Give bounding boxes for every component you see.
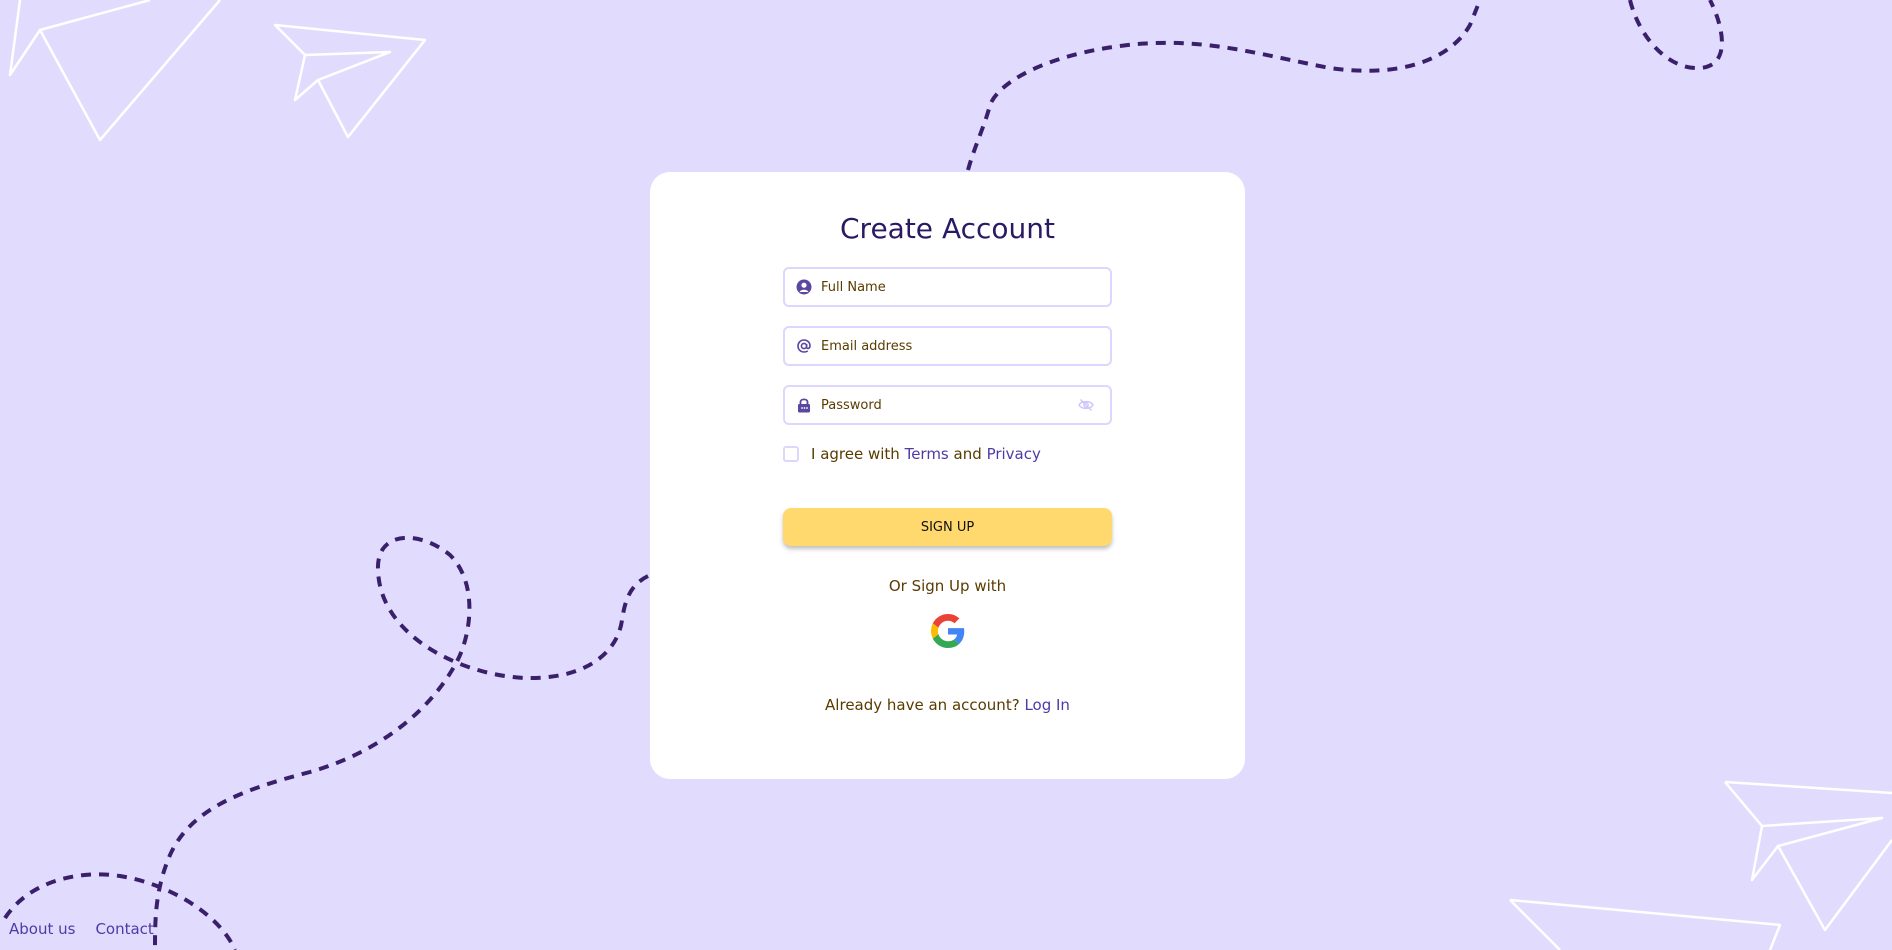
full-name-field[interactable] [783,267,1112,307]
page-title: Create Account [840,212,1055,245]
terms-agreement: I agree with Terms and Privacy [783,445,1041,463]
lock-icon [795,396,813,414]
paper-plane-icon [1724,780,1892,932]
user-icon [795,278,813,296]
dashed-loop-top [1628,0,1724,71]
agree-checkbox[interactable] [783,446,799,462]
sign-up-button[interactable]: SIGN UP [783,508,1112,546]
paper-plane-icon [8,0,221,142]
dashed-flight-path-left [153,535,649,950]
google-icon[interactable] [931,614,965,648]
footer: About us Contact [9,920,154,938]
eye-slash-icon[interactable] [1078,396,1096,414]
dashed-flight-path [966,0,1482,171]
agree-prefix: I agree with [811,445,900,463]
email-field[interactable] [783,326,1112,366]
privacy-link[interactable]: Privacy [987,445,1041,463]
signup-card: Create Account I agree with Terms and Pr… [650,172,1245,779]
full-name-input[interactable] [813,269,1110,305]
password-field[interactable] [783,385,1112,425]
dashed-arc-bottom [3,872,237,950]
or-sign-up-with: Or Sign Up with [888,577,1007,595]
login-link[interactable]: Log In [1024,696,1070,714]
paper-plane-icon [1509,898,1782,950]
email-input[interactable] [813,328,1110,364]
login-prompt: Already have an account? Log In [650,696,1245,714]
paper-plane-icon [273,23,427,139]
terms-link[interactable]: Terms [905,445,949,463]
already-text: Already have an account? [825,696,1020,714]
footer-link-about[interactable]: About us [9,920,75,938]
footer-link-contact[interactable]: Contact [95,920,153,938]
password-input[interactable] [813,387,1078,423]
at-icon [795,337,813,355]
agree-and: and [953,445,982,463]
